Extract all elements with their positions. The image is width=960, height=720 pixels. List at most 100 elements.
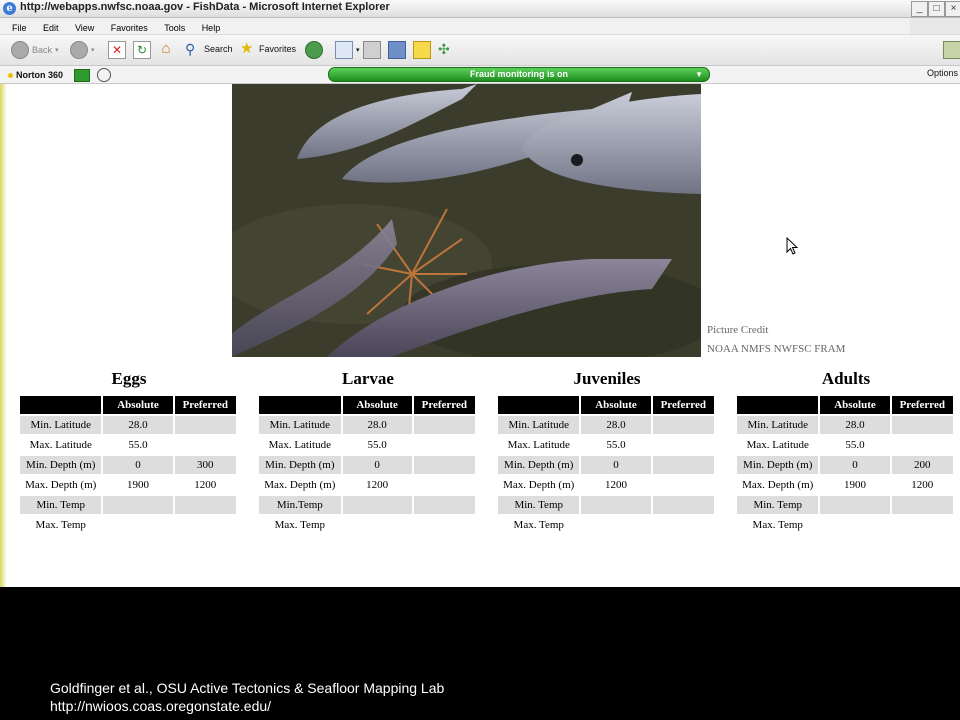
menu-edit[interactable]: Edit <box>43 20 59 36</box>
preferred-value <box>414 476 475 494</box>
preferred-value <box>174 416 236 434</box>
table-row: Min.Temp <box>259 496 475 514</box>
menu-favorites[interactable]: Favorites <box>111 20 148 36</box>
table-row: Max. Depth (m) 1900 1200 <box>20 476 236 494</box>
table-row: Max. Latitude 55.0 <box>737 436 953 454</box>
favorites-button[interactable]: ★ Favorites <box>240 41 296 57</box>
refresh-icon: ↻ <box>133 41 151 59</box>
table-header-row: Absolute Preferred <box>737 396 953 414</box>
edit-icon <box>388 41 406 59</box>
eggs-table-block: Eggs Absolute Preferred Min. Latitude 28.… <box>20 368 238 536</box>
preferred-value <box>653 516 714 534</box>
table-row: Min. Temp <box>737 496 953 514</box>
norton-label: Norton 360 <box>16 70 64 80</box>
chevron-down-icon: ▾ <box>356 47 360 54</box>
table-row: Max. Temp <box>737 516 953 534</box>
row-label: Min. Latitude <box>498 416 580 434</box>
preferred-value <box>652 416 714 434</box>
table-row: Max. Temp <box>20 516 236 534</box>
forward-button[interactable]: ▾ <box>70 41 95 59</box>
search-button[interactable]: ⚲ Search <box>185 41 233 57</box>
home-button[interactable]: ⌂ <box>158 41 174 57</box>
messenger-button[interactable]: ✣ <box>438 41 454 57</box>
back-label: Back <box>32 45 53 55</box>
caption-credit: Goldfinger et al., OSU Active Tectonics … <box>50 680 445 696</box>
menu-tools[interactable]: Tools <box>164 20 185 36</box>
discuss-button[interactable] <box>413 41 431 59</box>
absolute-value: 55.0 <box>606 439 626 451</box>
larvae-table-block: Larvae Absolute Preferred Min. Latitude 2… <box>259 368 477 536</box>
absolute-value <box>342 496 412 514</box>
absolute-value: 28.0 <box>342 416 412 434</box>
favorites-label: Favorites <box>259 44 297 54</box>
absolute-value: 1900 <box>844 479 866 491</box>
globe-icon[interactable] <box>97 68 112 82</box>
preferred-value <box>413 416 475 434</box>
maximize-button[interactable]: □ <box>928 1 945 17</box>
absolute-value: 0 <box>820 456 890 474</box>
absolute-value <box>581 516 650 534</box>
absolute-value: 0 <box>103 456 173 474</box>
norton-toolbar: Norton 360 Fraud monitoring is on ▼ Opti… <box>0 66 960 84</box>
header-cell: Preferred <box>891 396 953 414</box>
mail-button[interactable]: ▾ <box>335 41 360 59</box>
chevron-down-icon: ▾ <box>91 47 95 54</box>
preferred-value <box>892 436 953 454</box>
table-row: Min. Latitude 28.0 <box>498 416 714 434</box>
absolute-value: 0 <box>581 456 651 474</box>
juveniles-table-block: Juveniles Absolute Preferred Min. Latitu… <box>498 368 716 536</box>
absolute-value: 28.0 <box>581 416 651 434</box>
absolute-value: 0 <box>342 456 412 474</box>
back-arrow-icon <box>11 41 29 59</box>
row-label: Max. Temp <box>35 519 86 531</box>
header-cell: Preferred <box>413 396 475 414</box>
absolute-value: 1200 <box>366 479 389 491</box>
row-label: Max. Latitude <box>29 439 92 451</box>
history-button[interactable] <box>305 41 323 59</box>
note-icon <box>413 41 431 59</box>
history-icon <box>305 41 323 59</box>
table-row: Max. Depth (m) 1200 <box>259 476 475 494</box>
menu-view[interactable]: View <box>75 20 94 36</box>
chevron-down-icon: ▾ <box>55 47 59 54</box>
back-button[interactable]: Back ▾ <box>11 41 59 59</box>
links-button[interactable] <box>943 41 960 59</box>
absolute-value <box>103 496 173 514</box>
page-left-edge <box>0 84 7 587</box>
larvae-table: Absolute Preferred Min. Latitude 28.0 Max… <box>257 394 477 536</box>
row-label: Min. Depth (m) <box>498 456 580 474</box>
header-cell: Absolute <box>342 396 412 414</box>
messenger-icon: ✣ <box>438 41 450 57</box>
row-label: Max. Latitude <box>507 439 570 451</box>
close-button[interactable]: × <box>945 1 960 17</box>
fraud-monitoring-bar[interactable]: Fraud monitoring is on ▼ <box>328 67 710 82</box>
preferred-value: 1200 <box>911 479 934 491</box>
absolute-value: 55.0 <box>845 439 865 451</box>
options-button[interactable]: Options <box>927 68 958 78</box>
stop-button[interactable]: ✕ <box>108 41 126 59</box>
row-label: Min. Depth (m) <box>259 456 341 474</box>
row-label: Max. Temp <box>513 519 564 531</box>
menu-file[interactable]: File <box>12 20 27 36</box>
print-button[interactable] <box>363 41 381 59</box>
preferred-value <box>413 456 475 474</box>
norton-brand[interactable]: Norton 360 <box>8 68 112 82</box>
row-label: Min. Latitude <box>737 416 819 434</box>
row-label: Min.Temp <box>259 496 341 514</box>
preferred-value: 200 <box>891 456 953 474</box>
table-title: Eggs <box>111 369 147 388</box>
minimize-button[interactable]: _ <box>911 1 928 17</box>
menu-help[interactable]: Help <box>202 20 221 36</box>
preferred-value <box>652 496 714 514</box>
preferred-value <box>414 516 475 534</box>
table-row: Min. Latitude 28.0 <box>737 416 953 434</box>
caption-url[interactable]: http://nwioos.coas.oregonstate.edu/ <box>50 697 444 715</box>
header-cell <box>737 396 819 414</box>
edit-button[interactable] <box>388 41 406 59</box>
preferred-value <box>413 496 475 514</box>
monitor-icon[interactable] <box>74 68 91 82</box>
absolute-value: 28.0 <box>820 416 890 434</box>
row-label: Min. Depth (m) <box>737 456 819 474</box>
preferred-value <box>175 436 236 454</box>
refresh-button[interactable]: ↻ <box>133 41 151 59</box>
